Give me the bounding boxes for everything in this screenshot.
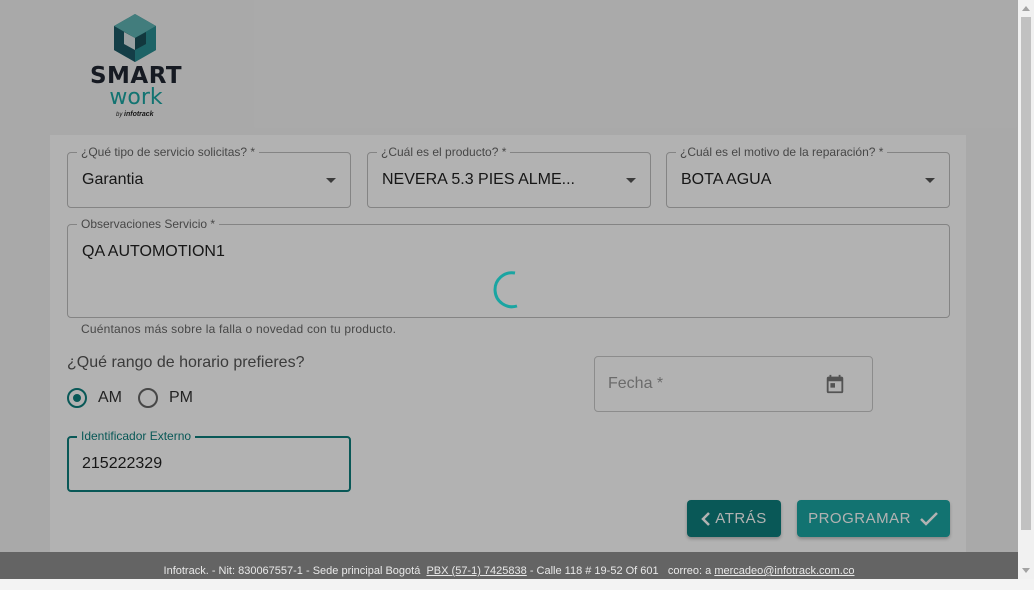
repair-reason-select[interactable]: ¿Cuál es el motivo de la reparación? * B… (666, 144, 950, 208)
footer-email-link[interactable]: mercadeo@infotrack.com.co (714, 565, 854, 577)
date-field[interactable]: Fecha * (594, 356, 873, 412)
dropdown-arrow-icon (925, 178, 935, 183)
footer-email-prefix: correo: a (667, 565, 712, 577)
scrollbar-thumb[interactable] (1021, 17, 1031, 530)
scroll-up-arrow-icon[interactable] (1022, 6, 1030, 11)
smartwork-logo: SMART work by infotrack (88, 10, 184, 122)
repair-reason-label: ¿Cuál es el motivo de la reparación? * (676, 144, 888, 160)
back-button-label: ATRÁS (715, 510, 767, 527)
logo-work-text: work (109, 85, 163, 110)
time-range-question: ¿Qué rango de horario prefieres? (67, 354, 305, 371)
repair-reason-value: BOTA AGUA (681, 171, 772, 188)
scroll-down-arrow-icon[interactable] (1022, 568, 1030, 573)
observations-helper-text: Cuéntanos más sobre la falla o novedad c… (81, 322, 397, 336)
footer-address: - Calle 118 # 19-52 Of 601 (529, 565, 659, 577)
pm-radio-label[interactable]: PM (169, 389, 193, 407)
back-button[interactable]: ATRÁS (687, 500, 781, 537)
schedule-button-label: PROGRAMAR (808, 510, 911, 527)
am-radio[interactable] (67, 388, 87, 408)
check-icon (920, 511, 938, 526)
am-radio-label[interactable]: AM (98, 389, 122, 407)
footer-company: Infotrack. - Nit: 830067557-1 - Sede pri… (163, 565, 421, 577)
schedule-button[interactable]: PROGRAMAR (797, 500, 950, 537)
service-type-select[interactable]: ¿Qué tipo de servicio solicitas? * Garan… (67, 144, 351, 208)
calendar-icon[interactable] (824, 373, 846, 395)
service-type-label: ¿Qué tipo de servicio solicitas? * (77, 144, 260, 160)
logo-mark-icon (114, 14, 156, 62)
spinner-icon (493, 271, 518, 309)
logo-infotrack-text: infotrack (124, 111, 154, 118)
date-placeholder: Fecha * (608, 375, 664, 392)
logo-byline: by infotrack (116, 111, 154, 118)
page-footer: Infotrack. - Nit: 830067557-1 - Sede pri… (0, 552, 1018, 579)
external-id-value: 215222329 (82, 455, 163, 472)
external-id-label: Identificador Externo (77, 428, 196, 444)
observations-value: QA AUTOMOTION1 (82, 243, 225, 260)
product-label: ¿Cuál es el producto? * (377, 144, 511, 160)
dropdown-arrow-icon (326, 178, 336, 183)
observations-label: Observaciones Servicio * (77, 216, 220, 232)
footer-phone-link[interactable]: PBX (57-1) 7425838 (426, 565, 526, 577)
pm-radio[interactable] (138, 388, 158, 408)
external-id-input[interactable]: Identificador Externo 215222329 (67, 428, 351, 492)
chevron-left-icon (701, 511, 711, 526)
service-type-value: Garantia (82, 171, 144, 188)
product-select[interactable]: ¿Cuál es el producto? * NEVERA 5.3 PIES … (367, 144, 651, 208)
product-value: NEVERA 5.3 PIES ALME... (382, 171, 575, 188)
logo-by-text: by (116, 112, 123, 118)
vertical-scrollbar[interactable] (1018, 0, 1034, 579)
dropdown-arrow-icon (626, 178, 636, 183)
